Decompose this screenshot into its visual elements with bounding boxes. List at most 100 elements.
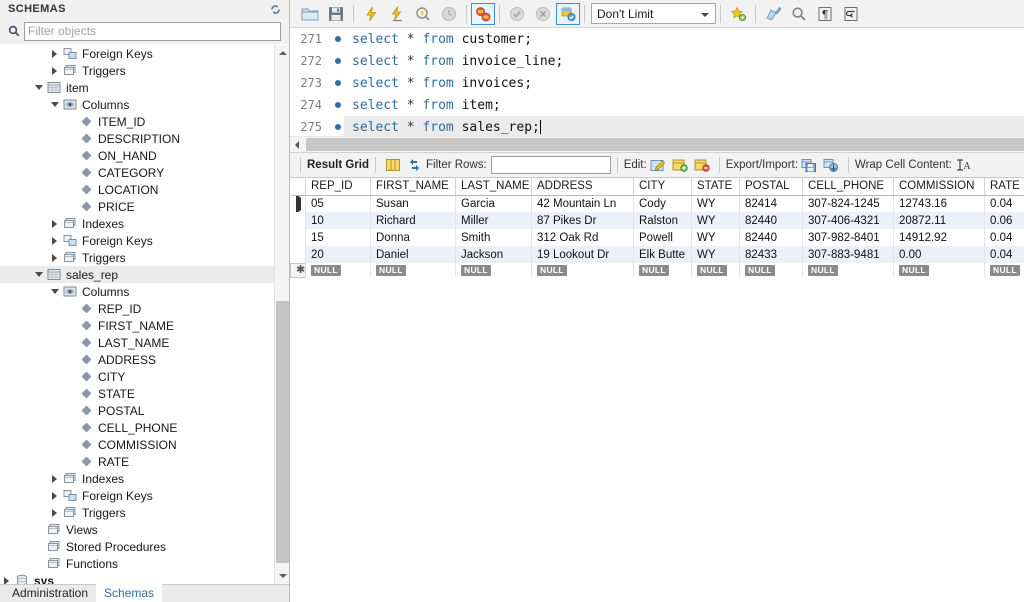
statement-marker-icon[interactable] [332,94,344,116]
tree-item-triggers[interactable]: Triggers [0,504,274,521]
column-header-city[interactable]: CITY [634,178,692,195]
tree-item-location[interactable]: LOCATION [0,181,274,198]
grid-cell[interactable]: Susan [371,195,456,212]
grid-body[interactable]: 05SusanGarcia42 Mountain LnCodyWY8241430… [291,195,1024,277]
filter-objects-input[interactable] [24,22,281,41]
tree-item-triggers[interactable]: Triggers [0,62,274,79]
new-row[interactable]: ✱NULLNULLNULLNULLNULLNULLNULLNULLNULLNUL… [291,263,1024,277]
tree-item-stored-procedures[interactable]: Stored Procedures [0,538,274,555]
grid-cell[interactable]: 10 [306,212,371,229]
tree-item-item[interactable]: item [0,79,274,96]
grid-cell[interactable]: Elk Butte [634,246,692,263]
tree-item-triggers[interactable]: Triggers [0,249,274,266]
scroll-down-icon[interactable] [275,568,289,584]
grid-cell[interactable]: 0.04 [985,246,1024,263]
grid-cell[interactable]: 82433 [740,246,803,263]
grid-cell[interactable]: 307-406-4321 [803,212,894,229]
grid-cell[interactable]: Garcia [456,195,532,212]
tree-item-columns[interactable]: Columns [0,283,274,300]
grid-cell[interactable]: Daniel [371,246,456,263]
grid-cell-null[interactable]: NULL [692,263,740,277]
row-marker[interactable] [291,246,306,263]
chevron-right-icon[interactable] [48,237,61,245]
chevron-down-icon[interactable] [48,102,61,107]
grid-cell[interactable]: 20872.11 [894,212,985,229]
table-row[interactable]: 10RichardMiller87 Pikes DrRalstonWY82440… [291,212,1024,229]
toggle-invisible-chars-icon[interactable]: ¶ [812,2,838,26]
grid-cell[interactable]: 87 Pikes Dr [532,212,634,229]
tree-item-rep-id[interactable]: REP_ID [0,300,274,317]
tree-item-last-name[interactable]: LAST_NAME [0,334,274,351]
tree-item-price[interactable]: PRICE [0,198,274,215]
grid-cell-null[interactable]: NULL [985,263,1024,277]
hscroll-thumb[interactable] [306,138,1024,151]
tree-item-views[interactable]: Views [0,521,274,538]
statement-marker-icon[interactable] [332,116,344,136]
scroll-left-icon[interactable] [290,141,304,149]
chevron-right-icon[interactable] [48,475,61,483]
toggle-wrapping-icon[interactable] [838,2,864,26]
insert-row-icon[interactable] [669,155,691,175]
grid-cell[interactable]: 307-883-9481 [803,246,894,263]
editor-horizontal-scrollbar[interactable] [290,136,1024,152]
table-row[interactable]: 05SusanGarcia42 Mountain LnCodyWY8241430… [291,195,1024,212]
chevron-right-icon[interactable] [48,254,61,262]
tree-item-functions[interactable]: Functions [0,555,274,572]
grid-cell[interactable]: 20 [306,246,371,263]
filter-rows-input[interactable] [491,156,611,174]
code-lines[interactable]: select * from customer; select * from inv… [344,28,1024,136]
grid-cell[interactable]: 0.04 [985,229,1024,246]
chevron-right-icon[interactable] [48,220,61,228]
find-icon[interactable] [786,2,812,26]
grid-cell[interactable]: 14912.92 [894,229,985,246]
limit-rows-select[interactable]: Don't Limit [591,3,716,24]
grid-cell-null[interactable]: NULL [306,263,371,277]
toggle-stop-on-error-icon[interactable] [471,3,495,25]
sidebar-tab-schemas[interactable]: Schemas [96,584,162,602]
tree-item-sales-rep[interactable]: sales_rep [0,266,274,283]
tree-item-foreign-keys[interactable]: Foreign Keys [0,45,274,62]
chevron-down-icon[interactable] [32,272,45,277]
grid-cell[interactable]: 12743.16 [894,195,985,212]
grid-cell[interactable]: 312 Oak Rd [532,229,634,246]
save-snippet-icon[interactable] [725,2,751,26]
column-header-postal[interactable]: POSTAL [740,178,803,195]
code-line[interactable]: select * from invoices; [344,72,1024,94]
grid-cell-null[interactable]: NULL [634,263,692,277]
refresh-results-icon[interactable] [404,155,426,175]
column-header-cell_phone[interactable]: CELL_PHONE [803,178,894,195]
grid-cell[interactable]: 82440 [740,229,803,246]
sidebar-scrollbar[interactable] [274,45,289,584]
save-sql-file-icon[interactable] [323,2,349,26]
open-sql-file-icon[interactable] [297,2,323,26]
statement-marker-icon[interactable] [332,50,344,72]
chevron-down-icon[interactable] [48,289,61,294]
tree-item-first-name[interactable]: FIRST_NAME [0,317,274,334]
grid-cell[interactable]: Richard [371,212,456,229]
new-row-marker-icon[interactable]: ✱ [291,263,306,277]
chevron-right-icon[interactable] [48,509,61,517]
grid-cell[interactable]: 0.04 [985,195,1024,212]
grid-cell[interactable]: 82414 [740,195,803,212]
execute-current-statement-icon[interactable] [384,2,410,26]
hscroll-track[interactable] [304,138,1024,151]
grid-cell[interactable]: WY [692,246,740,263]
grid-cell[interactable]: Jackson [456,246,532,263]
beautify-query-icon[interactable] [760,2,786,26]
column-header-rate[interactable]: RATE [985,178,1024,195]
tree-item-description[interactable]: DESCRIPTION [0,130,274,147]
tree-item-on-hand[interactable]: ON_HAND [0,147,274,164]
wrap-cell-icon[interactable]: A [952,155,974,175]
import-recordset-icon[interactable] [820,155,842,175]
column-header-rep_id[interactable]: REP_ID [306,178,371,195]
grid-cell-null[interactable]: NULL [740,263,803,277]
grid-cell[interactable]: 82440 [740,212,803,229]
tree-item-indexes[interactable]: Indexes [0,470,274,487]
tree-item-address[interactable]: ADDRESS [0,351,274,368]
code-line[interactable]: select * from customer; [344,28,1024,50]
tree-item-category[interactable]: CATEGORY [0,164,274,181]
tree-item-city[interactable]: CITY [0,368,274,385]
grid-cell[interactable]: 05 [306,195,371,212]
table-row[interactable]: 20DanielJackson19 Lookout DrElk ButteWY8… [291,246,1024,263]
column-header-last_name[interactable]: LAST_NAME [456,178,532,195]
